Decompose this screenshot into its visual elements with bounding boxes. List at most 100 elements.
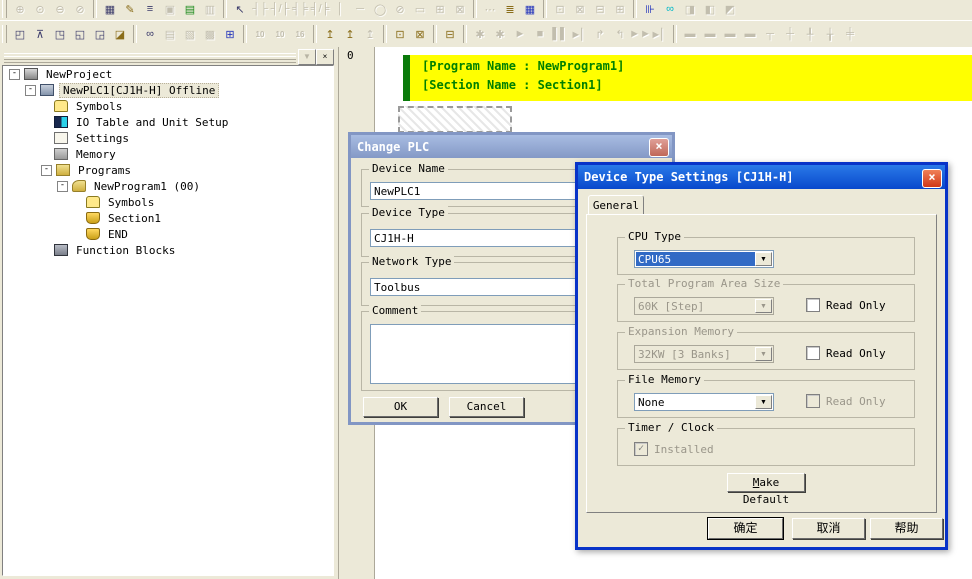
tree-expand-toggle[interactable]: -: [41, 165, 52, 176]
transfer-monitor-icon[interactable]: ⊟: [440, 24, 460, 44]
rung-comment-edit-icon[interactable]: ✎: [120, 0, 140, 19]
ok-button[interactable]: OK: [363, 397, 438, 417]
view-symbols-icon: ▤: [160, 24, 180, 44]
differential-monitor-icon[interactable]: ⊪: [640, 0, 660, 19]
tree-item-function-blocks[interactable]: Function Blocks: [3, 242, 333, 258]
end-icon: [86, 228, 100, 240]
force-on-icon: ◨: [680, 0, 700, 19]
panel-drag-grip[interactable]: [4, 53, 296, 60]
monitor-window-icon: ▣: [160, 0, 180, 19]
monitor-decimal-10-icon: 10: [250, 24, 270, 44]
change-plc-titlebar[interactable]: Change PLC ×: [351, 135, 672, 158]
chevron-down-icon[interactable]: ▼: [755, 252, 772, 266]
step-run-icon: ►▏: [570, 24, 590, 44]
tree-item-settings[interactable]: Settings: [3, 130, 333, 146]
rung-annotation-list-icon[interactable]: ≡: [140, 0, 160, 19]
panel-close-button[interactable]: ×: [316, 49, 334, 65]
tree-item-label: NewProject: [43, 68, 115, 81]
close-icon: ×: [323, 52, 328, 61]
program-area-readonly-checkbox[interactable]: Read Only: [806, 298, 886, 312]
cpu-type-combo[interactable]: CPU65 ▼: [634, 250, 774, 268]
checkbox-icon[interactable]: [806, 298, 820, 312]
program-comment-rung[interactable]: [Program Name : NewProgram1] [Section Na…: [403, 55, 972, 101]
tree-expand-toggle[interactable]: -: [9, 69, 20, 80]
tree-item-label: END: [105, 228, 131, 241]
toolbar-separator: [243, 25, 247, 43]
device-type-label: Device Type: [369, 206, 448, 219]
show-rung-wrapping-icon[interactable]: ▤: [180, 0, 200, 19]
device-settings-close-button[interactable]: ×: [922, 169, 942, 188]
new-horizontal-line-icon: ─: [350, 0, 370, 19]
selected-ladder-cell[interactable]: [398, 106, 512, 133]
file-memory-combo[interactable]: None ▼: [634, 393, 774, 411]
view-watch-window-icon[interactable]: ◳: [50, 24, 70, 44]
tree-item-label: Programs: [75, 164, 134, 177]
toolbar-separator: [433, 25, 437, 43]
change-plc-close-button[interactable]: ×: [649, 138, 669, 157]
window-layout-icon[interactable]: ◰: [10, 24, 30, 44]
cancel-button[interactable]: Cancel: [449, 397, 524, 417]
work-online-icon[interactable]: ⊡: [390, 24, 410, 44]
transfer-from-plc-icon[interactable]: ↥: [340, 24, 360, 44]
cpu-type-group: CPU Type CPU65 ▼: [617, 237, 915, 275]
tree-item-memory[interactable]: Memory: [3, 146, 333, 162]
toolbar-grip[interactable]: [2, 0, 7, 18]
show-grid-icon[interactable]: ▦: [100, 0, 120, 19]
ok-button[interactable]: 确定: [708, 518, 783, 539]
watch-window-glasses-icon[interactable]: ∞: [660, 0, 680, 19]
diff-up-icon: ┬: [760, 24, 780, 44]
monitor-hex-16-icon: 16: [290, 24, 310, 44]
view-cross-reference-icon[interactable]: ◱: [70, 24, 90, 44]
section-icon: [86, 212, 100, 224]
cancel-button[interactable]: 取消: [792, 518, 865, 539]
expansion-memory-combo: 32KW [3 Banks] ▼: [634, 345, 774, 363]
transfer-to-plc-icon[interactable]: ↥: [320, 24, 340, 44]
properties-icon[interactable]: ◪: [110, 24, 130, 44]
new-closed-contact-icon: ┤/├: [270, 0, 290, 19]
close-icon: ×: [928, 170, 935, 184]
new-open-contact-or-icon: ╡╞: [290, 0, 310, 19]
stacked-sheets-icon[interactable]: ≣: [500, 0, 520, 19]
project-icon: [24, 68, 38, 80]
tree-item-section1[interactable]: Section1: [3, 210, 333, 226]
zoom-in-icon: ⊕: [10, 0, 30, 19]
checkbox-icon[interactable]: [806, 346, 820, 360]
tree-expand-toggle[interactable]: -: [25, 85, 36, 96]
panel-header[interactable]: ▼ ×: [2, 49, 336, 63]
tree-item-symbols[interactable]: Symbols: [3, 98, 333, 114]
device-settings-titlebar[interactable]: Device Type Settings [CJ1H-H] ×: [578, 165, 945, 189]
symbols-icon: [54, 100, 68, 112]
selection-mode-icon[interactable]: ↖: [230, 0, 250, 19]
set-value-4-icon: ▬: [740, 24, 760, 44]
toolbar-separator: [93, 0, 97, 18]
toolbar-separator: [223, 0, 227, 18]
find-binoculars-icon[interactable]: ∞: [140, 24, 160, 44]
browse-comments-icon: ⋯: [480, 0, 500, 19]
expansion-memory-readonly-checkbox[interactable]: Read Only: [806, 346, 886, 360]
diff-down-icon: ┼: [780, 24, 800, 44]
keyboard-mapping-icon[interactable]: ▦: [520, 0, 540, 19]
tree-item-end[interactable]: END: [3, 226, 333, 242]
hex-keypad-icon[interactable]: ⊞: [220, 24, 240, 44]
tree-item-symbols[interactable]: Symbols: [3, 194, 333, 210]
help-button[interactable]: 帮助: [870, 518, 943, 539]
pause-simulation-icon: ▌▌: [550, 24, 570, 44]
symbols-icon: [86, 196, 100, 208]
tab-general[interactable]: General: [588, 195, 644, 216]
tree-item-programs[interactable]: - Programs: [3, 162, 333, 178]
compile-program-icon[interactable]: ⊼: [30, 24, 50, 44]
chevron-down-icon[interactable]: ▼: [755, 395, 772, 409]
view-output-window-icon[interactable]: ◲: [90, 24, 110, 44]
tree-item-newproject[interactable]: - NewProject: [3, 66, 333, 82]
tree-expand-toggle[interactable]: -: [57, 181, 68, 192]
tree-item-newprogram1-00[interactable]: -NewProgram1 (00): [3, 178, 333, 194]
work-online-simulator-icon[interactable]: ⊠: [410, 24, 430, 44]
make-default-button[interactable]: Make Default: [727, 473, 805, 492]
dialog-title: Device Type Settings [CJ1H-H]: [584, 170, 794, 184]
tree-item-newplc1-cj1h-h-offline[interactable]: -NewPLC1[CJ1H-H] Offline: [3, 82, 333, 98]
iotable-icon: [54, 116, 68, 128]
tree-item-io-table-and-unit-setup[interactable]: IO Table and Unit Setup: [3, 114, 333, 130]
view-io-comment-icon: ▧: [180, 24, 200, 44]
toolbar-grip[interactable]: [2, 25, 7, 43]
cpu-type-label: CPU Type: [625, 230, 684, 243]
